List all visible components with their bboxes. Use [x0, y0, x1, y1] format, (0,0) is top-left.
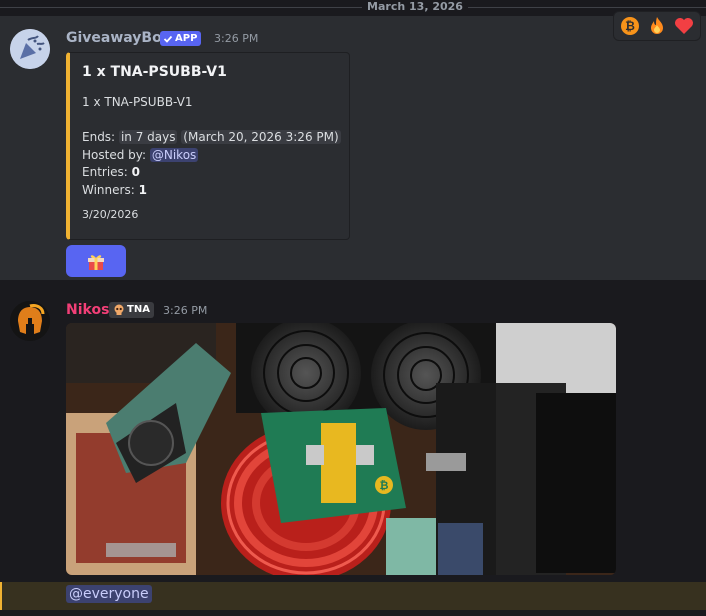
nikos-avatar[interactable] — [10, 301, 50, 341]
divider-line-right — [468, 7, 706, 8]
role-badge[interactable]: TNA — [109, 302, 154, 318]
giveaway-embed: 1 x TNA-PSUBB-V1 1 x TNA-PSUBB-V1 Ends: … — [66, 52, 350, 240]
ends-relative[interactable]: in 7 days — [118, 130, 178, 144]
fire-icon — [650, 17, 663, 34]
image-attachment[interactable]: ₿ — [66, 323, 616, 575]
gift-icon — [88, 255, 104, 270]
date-divider: March 13, 2026 — [0, 0, 706, 14]
giveawaybot-avatar[interactable] — [10, 29, 50, 69]
embed-footer: 3/20/2026 — [82, 208, 139, 221]
app-badge-label: APP — [175, 33, 198, 44]
reaction-bar: ₿ — [613, 11, 701, 41]
spartan-helmet-icon — [10, 301, 50, 341]
winners-label: Winners: — [82, 182, 135, 197]
everyone-mention[interactable]: @everyone — [66, 585, 152, 603]
author-name[interactable]: Nikos — [66, 301, 109, 319]
role-badge-label: TNA — [127, 304, 150, 315]
embed-fields: Ends: in 7 days (March 20, 2026 3:26 PM)… — [82, 129, 341, 199]
ends-absolute: March 20, 2026 3:26 PM — [187, 130, 334, 144]
winners-value: 1 — [138, 182, 147, 197]
timestamp[interactable]: 3:26 PM — [214, 30, 258, 48]
heart-reaction[interactable] — [673, 15, 695, 37]
skull-icon — [114, 304, 124, 315]
embed-title: 1 x TNA-PSUBB-V1 — [82, 64, 227, 80]
winners-line: Winners: 1 — [82, 182, 341, 200]
entries-label: Entries: — [82, 165, 128, 179]
hardware-photo: ₿ — [66, 323, 616, 575]
svg-text:₿: ₿ — [380, 479, 389, 492]
bitcoin-reaction[interactable]: ₿ — [619, 15, 641, 37]
mention-highlight-row: @everyone — [0, 582, 706, 610]
fire-reaction[interactable] — [646, 15, 668, 37]
entries-line: Entries: 0 — [82, 164, 341, 182]
divider-line-left — [0, 7, 362, 8]
check-icon — [163, 35, 173, 43]
ends-label: Ends: — [82, 130, 116, 144]
enter-giveaway-button[interactable] — [66, 245, 126, 277]
timestamp[interactable]: 3:26 PM — [163, 302, 207, 320]
embed-description: 1 x TNA-PSUBB-V1 — [82, 95, 193, 109]
host-mention[interactable]: @Nikos — [149, 147, 199, 162]
ends-line: Ends: in 7 days (March 20, 2026 3:26 PM) — [82, 129, 341, 147]
mention-accent-bar — [0, 582, 2, 610]
party-popper-icon — [10, 29, 50, 69]
date-divider-text: March 13, 2026 — [367, 0, 463, 13]
svg-text:₿: ₿ — [625, 19, 635, 33]
app-badge: APP — [160, 31, 202, 46]
author-name[interactable]: GiveawayBot — [66, 29, 168, 47]
hosted-label: Hosted by: — [82, 147, 147, 162]
ends-absolute-wrap[interactable]: (March 20, 2026 3:26 PM) — [181, 130, 341, 144]
hosted-line: Hosted by: @Nikos — [82, 147, 341, 165]
entries-value: 0 — [131, 165, 141, 179]
heart-icon — [674, 18, 693, 34]
bitcoin-icon: ₿ — [621, 17, 640, 35]
